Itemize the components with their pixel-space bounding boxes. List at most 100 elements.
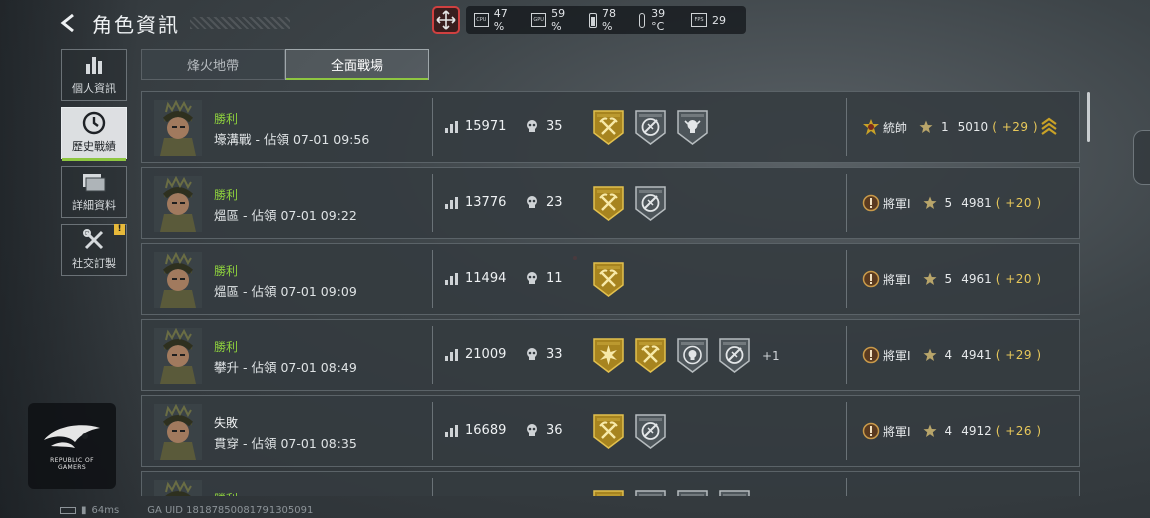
points-delta: ( +20 ) (995, 272, 1042, 286)
sidebar-item-social[interactable]: 社交訂製 ! (61, 224, 127, 276)
match-map-time: 貫穿 - 佔領 07-01 08:35 (214, 433, 357, 452)
medal-compass-silver-icon (634, 185, 667, 222)
column-divider (432, 250, 433, 308)
medals-group: +1 (592, 337, 780, 374)
folder-icon (81, 171, 107, 193)
rank-title: 將軍I (883, 424, 911, 439)
kills-value: 23 (546, 195, 563, 210)
cpu-stat: CPU 47 % (474, 7, 519, 33)
column-divider (432, 478, 433, 496)
sidebar-item-details[interactable]: 詳細資料 (61, 166, 127, 218)
medal-pickaxe-gold-icon (592, 109, 625, 146)
avatar (154, 251, 202, 308)
match-row[interactable]: 勝利 熅區 - 佔領 07-01 09:09 11494 11 將軍I 5 4961( +2… (141, 243, 1080, 315)
temperature-stat: 39 °C (639, 7, 679, 33)
avatar (154, 99, 202, 156)
performance-overlay: CPU 47 % GPU 59 % 78 % 39 °C FPS 29 (466, 6, 746, 34)
scrollbar[interactable] (1087, 92, 1090, 142)
back-arrow-icon[interactable] (58, 12, 80, 34)
match-result: 勝利 (214, 490, 238, 496)
ping-value: 64ms (91, 505, 120, 516)
general-rank-icon (862, 194, 880, 212)
page-header: 角色資訊 (58, 8, 290, 38)
match-map: 壕溝戰 - 佔領 (214, 132, 289, 147)
tab-warzone[interactable]: 烽火地帶 (141, 49, 285, 80)
score-stat: 21009 (445, 347, 506, 362)
match-row[interactable]: 勝利 攀升 - 佔領 07-01 08:49 21009 33 +1 將軍I 4 4941( … (141, 319, 1080, 391)
match-row[interactable]: 失敗 貫穿 - 佔領 07-01 08:35 16689 36 將軍I 4 4912( +2… (141, 395, 1080, 467)
medal-skull-silver-icon (676, 109, 709, 146)
medal-burst-gold-icon (592, 337, 625, 374)
sidebar-item-label: 歷史戰績 (72, 140, 116, 153)
cpu-value: 47 % (493, 7, 508, 33)
match-result: 失敗 (214, 416, 239, 430)
kills-value: 35 (546, 119, 563, 134)
match-map-time: 熅區 - 佔領 07-01 09:09 (214, 281, 357, 300)
rog-line-1: REPUBLIC OF (50, 456, 94, 464)
score-bars-icon (445, 424, 458, 437)
match-map-time: 攀升 - 佔領 07-01 08:49 (214, 357, 357, 376)
rog-line-2: GAMERS (57, 463, 87, 471)
medals-group (592, 109, 709, 146)
column-divider (432, 98, 433, 156)
star-level: 1 (941, 120, 949, 134)
medals-group (592, 261, 625, 298)
score-bars-icon (445, 196, 458, 209)
skull-icon (527, 348, 537, 360)
side-drawer-handle[interactable] (1133, 130, 1150, 185)
rank-title: 將軍I (883, 348, 911, 363)
match-time: 07-01 09:22 (280, 208, 357, 223)
match-row[interactable]: 勝利 (141, 471, 1080, 496)
fps-value: 29 (711, 13, 726, 27)
battery-value: 78 % (602, 7, 616, 33)
footer: ▮ 64ms GA UID 18187850081791305091 (60, 505, 313, 516)
tab-battlefield[interactable]: 全面戰場 (285, 49, 429, 80)
sidebar-item-label: 詳細資料 (72, 199, 116, 212)
medal-compass-silver-icon (634, 489, 667, 496)
battery-stat: 78 % (588, 7, 628, 33)
points-delta: ( +29 ) (992, 120, 1039, 134)
medal-compass-silver-icon (634, 413, 667, 450)
medals-group (592, 413, 667, 450)
rank-title: 統帥 (883, 120, 908, 135)
column-divider (432, 174, 433, 232)
match-result: 勝利 (214, 112, 239, 126)
match-result: 勝利 (214, 340, 239, 354)
column-divider (846, 174, 847, 232)
medal-pickaxe-gold-icon (592, 413, 625, 450)
rog-logo: REPUBLIC OF GAMERS (28, 403, 116, 489)
star-icon (923, 196, 937, 209)
column-divider (432, 402, 433, 460)
medal-pickaxe-gold-icon (592, 489, 625, 496)
rank-points: 4961 (961, 272, 992, 286)
score-stat: 16689 (445, 423, 506, 438)
points-delta: ( +26 ) (995, 424, 1042, 438)
score-stat: 15971 (445, 119, 506, 134)
rank-points: 5010 (957, 120, 989, 134)
kills-stat: 11 (526, 271, 563, 286)
rank-points: 4981 (961, 196, 992, 210)
title-decoration (190, 17, 290, 29)
star-level: 5 (944, 272, 953, 286)
column-divider (846, 478, 847, 496)
match-map-time: 壕溝戰 - 佔領 07-01 09:56 (214, 129, 369, 148)
rank-info: 將軍I 4 4941( +29 ) (862, 346, 1042, 364)
rank-title: 將軍I (883, 272, 911, 287)
move-arrows-icon[interactable] (432, 6, 460, 34)
column-divider (846, 402, 847, 460)
uid-text: GA UID 18187850081791305091 (147, 505, 314, 516)
match-row[interactable]: 勝利壕溝戰 - 佔領 07-01 09:56 15971 35 統帥 1 5010( +2… (141, 91, 1080, 163)
sidebar-item-history[interactable]: 歷史戰績 (61, 107, 127, 161)
sidebar-item-profile[interactable]: 個人資訊 (61, 49, 127, 101)
cpu-chip-icon: CPU (474, 13, 489, 27)
score-bars-icon (445, 272, 458, 285)
general-rank-icon (862, 270, 880, 288)
more-medals-count: +1 (762, 348, 780, 363)
skull-icon (527, 196, 537, 208)
rank-points: 4912 (961, 424, 992, 438)
match-history-list[interactable]: 勝利 壕溝戰 - 佔領 07-01 09:56 15971 35 統帥 1 5010( +2… (141, 91, 1081, 496)
match-time: 07-01 09:56 (292, 132, 370, 147)
kills-value: 36 (546, 423, 563, 438)
score-bars-icon (445, 348, 458, 361)
match-row[interactable]: 勝利 熅區 - 佔領 07-01 09:22 13776 23 將軍I 5 4981( +2… (141, 167, 1080, 239)
